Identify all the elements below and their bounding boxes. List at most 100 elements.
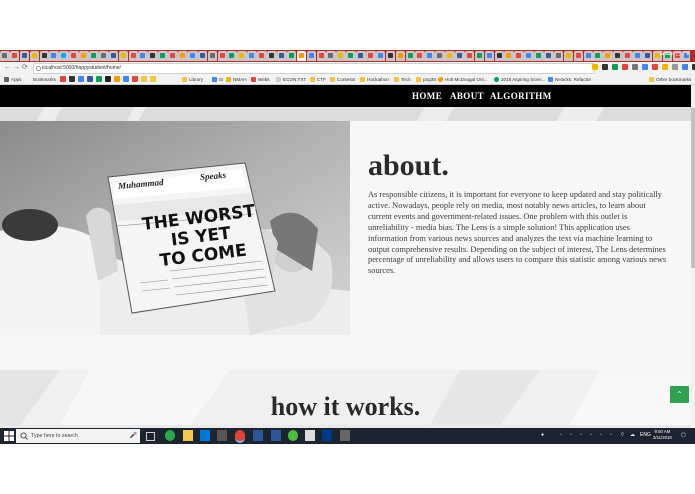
browser-tab[interactable] (39, 51, 50, 61)
browser-tab[interactable] (316, 51, 327, 61)
browser-tab[interactable] (108, 51, 119, 61)
browser-tab[interactable] (642, 51, 653, 61)
facebook-icon[interactable] (87, 76, 93, 82)
mail-icon[interactable] (305, 430, 315, 441)
extension-icon[interactable] (592, 64, 598, 70)
bookmark-folder[interactable]: CTF (310, 74, 326, 84)
bookmark-icon-row[interactable] (60, 76, 156, 82)
github-icon[interactable] (69, 76, 75, 82)
url-input[interactable]: localhost:5000/happystudent/home/ (33, 63, 595, 74)
bookmark-site-icon[interactable] (132, 76, 138, 82)
browser-tab[interactable] (435, 51, 445, 61)
menu-icon[interactable]: ⋮ (684, 64, 691, 72)
browser-tab[interactable] (98, 51, 109, 61)
browser-tab[interactable] (69, 51, 79, 61)
browser-tab[interactable] (563, 51, 574, 61)
browser-tab[interactable] (356, 51, 366, 61)
browser-tab[interactable] (138, 51, 149, 61)
browser-tab[interactable] (395, 51, 406, 61)
microphone-icon[interactable]: 🎤 (130, 429, 137, 443)
youtube-icon[interactable] (60, 76, 66, 82)
taskbar-search-input[interactable]: Type here to search 🎤 (16, 429, 140, 443)
vertical-scrollbar[interactable] (691, 85, 695, 425)
browser-tab[interactable] (514, 51, 524, 61)
browser-tab[interactable] (543, 51, 554, 61)
browser-tab[interactable] (128, 51, 139, 61)
bookmark-folder[interactable]: Library (182, 74, 203, 84)
browser-tab[interactable] (247, 51, 257, 61)
minimize-icon[interactable]: – (666, 51, 672, 59)
bookmark-bookmarks[interactable]: Bookmarks (26, 74, 56, 84)
chrome-icon[interactable] (235, 430, 245, 443)
browser-tab[interactable] (118, 51, 129, 61)
word-icon[interactable] (253, 430, 263, 441)
browser-tab[interactable] (365, 51, 376, 61)
browser-tab[interactable] (187, 51, 198, 61)
scrollbar-thumb[interactable] (691, 108, 695, 268)
bookmark-folder[interactable]: p4g35 (416, 74, 436, 84)
browser-tab[interactable] (593, 51, 604, 61)
app-icon[interactable] (288, 430, 298, 441)
browser-tab[interactable] (484, 51, 495, 61)
close-icon[interactable]: × (685, 51, 691, 59)
bookmark-item[interactable]: ECON.TXT (276, 74, 306, 84)
browser-tab[interactable] (217, 51, 228, 61)
browser-tab[interactable] (415, 51, 425, 61)
folder-icon[interactable] (150, 76, 156, 82)
browser-tab[interactable] (286, 51, 297, 61)
nav-algorithm[interactable]: ALGORITHM (490, 85, 552, 107)
bookmark-folder[interactable]: Tech (394, 74, 411, 84)
tray-icon[interactable]: ▫ (560, 432, 562, 439)
bookmark-other[interactable]: Other bookmarks (649, 74, 691, 84)
extension-icons[interactable] (592, 64, 695, 70)
browser-tab[interactable] (504, 51, 515, 61)
browser-tab[interactable] (59, 51, 69, 61)
tray-icon[interactable]: ▫ (570, 432, 572, 439)
bookmark-item[interactable]: Holt McDougal Onl... (438, 74, 487, 84)
browser-tab[interactable] (267, 51, 277, 61)
browser-tab[interactable] (346, 51, 356, 61)
extension-icon[interactable] (602, 64, 608, 70)
language-indicator[interactable]: ENG (640, 432, 651, 439)
back-arrow-icon[interactable]: ← (4, 64, 11, 72)
tray-icon[interactable]: ▫ (600, 432, 602, 439)
browser-tab[interactable] (168, 51, 178, 61)
bookmark-folder[interactable]: Contests (330, 74, 355, 84)
browser-tab[interactable] (89, 51, 99, 61)
nav-about[interactable]: ABOUT (450, 85, 484, 107)
browser-tab[interactable] (583, 51, 594, 61)
bookmark-item[interactable]: Webk (251, 74, 270, 84)
nav-home[interactable]: HOME (412, 85, 442, 107)
cloud-icon[interactable]: ☁ (630, 432, 635, 439)
browser-tab[interactable] (148, 51, 158, 61)
browser-tab[interactable] (603, 51, 613, 61)
browser-tab[interactable] (227, 51, 238, 61)
wifi-icon[interactable]: ⌔ (620, 432, 625, 439)
browser-tab[interactable] (464, 51, 475, 61)
browser-tab[interactable] (524, 51, 534, 61)
browser-tab[interactable] (405, 51, 416, 61)
browser-tab[interactable] (0, 51, 10, 61)
people-icon[interactable]: ● (541, 432, 544, 439)
bookmark-site-icon[interactable] (114, 76, 120, 82)
browser-tab[interactable] (178, 51, 188, 61)
app-icon[interactable] (165, 430, 175, 441)
browser-tab[interactable] (49, 51, 60, 61)
browser-tab[interactable] (296, 51, 307, 61)
browser-tab[interactable] (474, 51, 485, 61)
app-icon[interactable] (217, 430, 227, 441)
tray-icon[interactable]: ▫ (590, 432, 592, 439)
browser-tab[interactable] (326, 51, 336, 61)
extension-icon[interactable] (612, 64, 618, 70)
bookmark-item[interactable]: 2018 Aspiring Scien... (494, 74, 545, 84)
tray-icon[interactable]: ▫ (610, 432, 612, 439)
back-to-top-button[interactable]: ⌃ (670, 386, 689, 403)
browser-tab[interactable] (237, 51, 247, 61)
browser-tab[interactable] (306, 51, 317, 61)
browser-tab[interactable] (445, 51, 455, 61)
extension-icon[interactable] (662, 64, 668, 70)
notification-icon[interactable]: ▢ (681, 432, 686, 439)
browser-tab[interactable] (276, 51, 287, 61)
browser-tab[interactable] (553, 51, 564, 61)
browser-tab[interactable] (633, 51, 643, 61)
